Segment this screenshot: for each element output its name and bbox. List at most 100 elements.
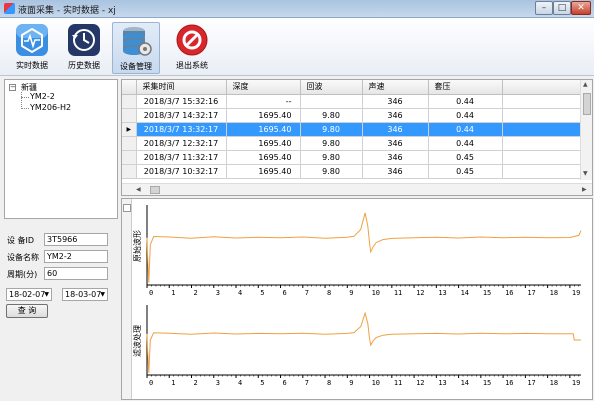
cell-sound-speed: 346	[362, 136, 429, 151]
x-tick-label: 13	[438, 289, 446, 297]
row-header[interactable]	[122, 150, 137, 165]
column-header-sound-speed[interactable]: 声速	[362, 80, 429, 95]
x-tick-label: 0	[149, 379, 153, 387]
table-row[interactable]: 2018/3/7 10:32:17 1695.40 9.80 346 0.45	[122, 164, 582, 179]
device-id-field[interactable]: 3T5966	[44, 233, 108, 246]
x-tick-label: 1	[171, 379, 175, 387]
scroll-up-icon[interactable]: ▲	[583, 81, 588, 88]
column-header-filler	[502, 80, 582, 95]
scroll-right-icon[interactable]: ▶	[582, 186, 587, 193]
x-tick-label: 12	[416, 379, 424, 387]
x-tick-label: 2	[194, 379, 198, 387]
cell-echo: 9.80	[300, 164, 363, 179]
table-row[interactable]: 2018/3/7 14:32:17 1695.40 9.80 346 0.44	[122, 108, 582, 123]
x-tick-label: 17	[527, 379, 535, 387]
scroll-thumb[interactable]	[583, 93, 591, 115]
cell-sound-speed: 346	[362, 108, 429, 123]
cell-casing-pressure: 0.44	[428, 94, 503, 109]
x-tick-label: 3	[216, 379, 220, 387]
y-axis-label: 滤波处理	[133, 325, 142, 357]
waveform-charts: 原始波形0 1 2 3 4 5 6 7 8 9 10 11 12 13 14 15 16 17 18 19滤波处理0 1…	[133, 205, 582, 387]
database-gear-icon	[123, 27, 152, 56]
minimize-button[interactable]: –	[535, 1, 553, 15]
table-row[interactable]: 2018/3/7 15:32:16 -- 346 0.44	[122, 94, 582, 109]
chevron-down-icon: ▼	[100, 291, 105, 298]
monitor-icon	[16, 24, 48, 56]
cell-filler	[502, 94, 582, 109]
data-grid: 采集时间 深度 回波 声速 套压 2018/3/7 15:32:16 -- 346 0…	[121, 79, 593, 196]
column-header-echo[interactable]: 回波	[300, 80, 363, 95]
device-name-label: 设备名称	[7, 253, 39, 262]
chart-2: 滤波处理0 1 2 3 4 5 6 7 8 9 10 11 12 13 14 15 16 17 18 19	[133, 305, 581, 387]
realtime-data-button[interactable]: 实时数据	[8, 22, 56, 74]
x-tick-label: 6	[283, 289, 287, 297]
tree-node-ym206-h2[interactable]: YM206-H2	[30, 103, 71, 112]
tree-line	[21, 92, 22, 109]
cell-time: 2018/3/7 14:32:17	[136, 108, 227, 123]
scroll-left-icon[interactable]: ◀	[136, 186, 141, 193]
x-tick-label: 12	[416, 289, 424, 297]
x-tick-label: 9	[349, 379, 353, 387]
scroll-thumb[interactable]	[150, 186, 160, 194]
row-header[interactable]	[122, 136, 137, 151]
cell-echo: 9.80	[300, 108, 363, 123]
device-tree: − 新疆 YM2-2 YM206-H2	[4, 79, 118, 219]
app-icon	[4, 3, 15, 14]
x-tick-label: 15	[483, 379, 491, 387]
cell-depth: 1695.40	[226, 164, 301, 179]
exit-system-button[interactable]: 退出系统	[168, 22, 216, 74]
table-row[interactable]: 2018/3/7 12:32:17 1695.40 9.80 346 0.44	[122, 136, 582, 151]
column-header-casing-pressure[interactable]: 套压	[428, 80, 503, 95]
cell-casing-pressure: 0.44	[428, 136, 503, 151]
table-row[interactable]: 2018/3/7 11:32:17 1695.40 9.80 346 0.45	[122, 150, 582, 165]
start-date-value: 18-02-07	[9, 290, 46, 299]
end-date-value: 18-03-07	[65, 290, 102, 299]
tree-expander[interactable]: −	[9, 84, 16, 91]
tree-node-ym2-2[interactable]: YM2-2	[30, 92, 55, 101]
query-button[interactable]: 查 询	[6, 304, 48, 318]
end-date-picker[interactable]: 18-03-07 ▼	[62, 288, 108, 301]
x-tick-label: 19	[572, 289, 580, 297]
cell-time: 2018/3/7 10:32:17	[136, 164, 227, 179]
row-header[interactable]	[122, 164, 137, 179]
scroll-down-icon[interactable]: ▼	[583, 170, 588, 177]
data-table: 采集时间 深度 回波 声速 套压 2018/3/7 15:32:16 -- 346 0…	[122, 80, 582, 179]
cell-time: 2018/3/7 13:32:17	[136, 122, 227, 137]
cell-sound-speed: 346	[362, 164, 429, 179]
start-date-picker[interactable]: 18-02-07 ▼	[6, 288, 52, 301]
cell-echo: 9.80	[300, 150, 363, 165]
cell-sound-speed: 346	[362, 94, 429, 109]
row-header[interactable]	[122, 94, 137, 109]
tree-line	[21, 97, 29, 98]
device-management-button[interactable]: 设备管理	[112, 22, 160, 74]
chart-panel: 原始波形 0 1 2 3 4 5 6 7 8 9 10 11 12 13 14 15 16 17 18 19 滤波处理 0 1…	[121, 198, 593, 400]
period-field[interactable]: 60	[44, 267, 108, 280]
cell-depth: 1695.40	[226, 122, 301, 137]
history-data-button[interactable]: 历史数据	[60, 22, 108, 74]
close-button[interactable]: ✕	[571, 1, 591, 15]
maximize-button[interactable]: □	[553, 1, 571, 15]
cell-casing-pressure: 0.44	[428, 122, 503, 137]
cell-sound-speed: 346	[362, 150, 429, 165]
period-label: 周期(分)	[7, 270, 38, 279]
x-tick-label: 0	[149, 289, 153, 297]
chart-panel-sidebar	[122, 199, 132, 399]
x-tick-label: 9	[349, 289, 353, 297]
column-header-depth[interactable]: 深度	[226, 80, 301, 95]
cell-echo: 9.80	[300, 122, 363, 137]
panel-toggle[interactable]	[123, 204, 131, 212]
row-header[interactable]: ▶	[122, 122, 137, 137]
table-horizontal-scrollbar[interactable]: ◀ ▶	[122, 183, 592, 195]
x-tick-label: 2	[194, 289, 198, 297]
x-tick-label: 15	[483, 289, 491, 297]
row-header[interactable]	[122, 108, 137, 123]
table-row[interactable]: ▶ 2018/3/7 13:32:17 1695.40 9.80 346 0.44	[122, 122, 582, 137]
device-name-field[interactable]: YM2-2	[44, 250, 108, 263]
x-tick-label: 10	[372, 379, 380, 387]
cell-filler	[502, 150, 582, 165]
exit-icon	[176, 24, 208, 56]
tool-label: 设备管理	[120, 62, 152, 71]
column-header-time[interactable]: 采集时间	[136, 80, 227, 95]
x-tick-label: 19	[572, 379, 580, 387]
table-vertical-scrollbar[interactable]: ▲ ▼	[580, 80, 592, 180]
